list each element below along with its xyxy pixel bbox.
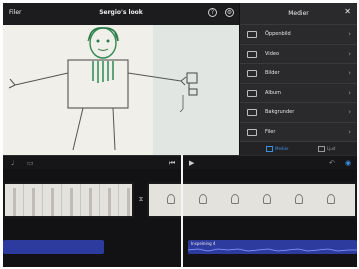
clip-frame — [263, 194, 271, 204]
audio-tab-icon — [318, 146, 325, 152]
audio-clip-1[interactable] — [3, 240, 104, 254]
clip-frame — [327, 194, 335, 204]
microphone-icon[interactable]: ♩ — [11, 159, 14, 167]
help-icon[interactable]: ? — [208, 8, 217, 17]
audio-clip-2[interactable]: Inspelning 4 — [188, 240, 357, 254]
control-bar: ♩ ▭ ⏮ ▶ ↶ ◉ — [3, 155, 357, 169]
video-clip-2[interactable] — [147, 182, 357, 218]
chevron-right-icon: › — [348, 127, 351, 136]
media-item-label: Album — [265, 89, 282, 96]
media-item-photos[interactable]: Bilder › — [240, 64, 357, 84]
clip-frame — [295, 194, 303, 204]
media-tab-icon — [266, 146, 273, 152]
tab-audio-label: Ljud — [327, 146, 336, 151]
clip-frame — [24, 184, 43, 216]
media-item-backgrounds[interactable]: Bakgrunder › — [240, 103, 357, 123]
photo-icon — [247, 70, 257, 77]
audio-waveform — [188, 248, 357, 252]
chevron-right-icon: › — [348, 88, 351, 97]
chevron-right-icon: › — [348, 30, 351, 38]
film-icon — [247, 50, 257, 58]
chevron-right-icon: › — [348, 108, 351, 116]
folder-icon — [247, 128, 257, 136]
media-item-label: Bakgrunder — [265, 109, 295, 115]
clip-frame — [81, 184, 100, 216]
clip-frame — [62, 184, 81, 216]
play-icon[interactable]: ▶ — [189, 159, 194, 167]
album-icon — [247, 89, 257, 97]
media-panel: Medier ✕ Öppenbild › Video › Bilder › Al… — [239, 3, 357, 155]
imovie-editor: Filer Sergio's look ? ⚙ Medier ✕ Öppenbi… — [3, 3, 357, 267]
camera-icon[interactable]: ▭ — [27, 159, 34, 167]
tab-media[interactable]: Medier — [266, 145, 289, 153]
clip-frame — [43, 184, 62, 216]
media-item-label: Bilder — [265, 70, 280, 76]
clip-frame — [167, 194, 175, 204]
top-bar: Filer Sergio's look ? ⚙ — [3, 3, 239, 25]
chevron-right-icon: › — [348, 69, 351, 77]
zoom-icon[interactable]: ◉ — [345, 159, 351, 167]
audio-clip-label: Inspelning 4 — [191, 241, 216, 246]
rewind-icon[interactable]: ⏮ — [169, 159, 175, 167]
media-item-label: Video — [265, 50, 280, 57]
media-item-label: Filer — [265, 128, 276, 135]
media-title: Medier — [288, 10, 309, 17]
clip-frame — [100, 184, 119, 216]
media-footer-tabs: Medier Ljud — [240, 141, 357, 155]
media-item-album[interactable]: Album › — [240, 84, 357, 103]
clip-frame — [5, 184, 24, 216]
chevron-right-icon: › — [348, 49, 351, 58]
square-icon — [247, 31, 257, 38]
backgrounds-icon — [247, 109, 257, 116]
clip-frame — [199, 194, 207, 204]
video-preview[interactable] — [3, 25, 239, 155]
playhead[interactable] — [181, 155, 183, 267]
settings-icon[interactable]: ⚙ — [225, 8, 234, 17]
project-title: Sergio's look — [99, 9, 143, 16]
close-icon[interactable]: ✕ — [344, 8, 351, 16]
video-clip-1[interactable] — [3, 182, 134, 218]
drawing-preview-image — [3, 25, 239, 155]
clip-frame — [231, 194, 239, 204]
media-item-video[interactable]: Video › — [240, 45, 357, 64]
timeline[interactable]: ⧖ Inspelning 4 — [3, 169, 357, 267]
media-item-opening[interactable]: Öppenbild › — [240, 25, 357, 45]
media-header: Medier ✕ — [240, 3, 357, 25]
undo-icon[interactable]: ↶ — [329, 159, 335, 167]
tab-audio[interactable]: Ljud — [318, 145, 335, 153]
media-item-label: Öppenbild — [265, 31, 291, 37]
tab-media-label: Medier — [275, 146, 289, 151]
transition-icon[interactable]: ⧖ — [137, 196, 145, 204]
media-item-files[interactable]: Filer › — [240, 123, 357, 142]
clip-frame — [119, 184, 132, 216]
